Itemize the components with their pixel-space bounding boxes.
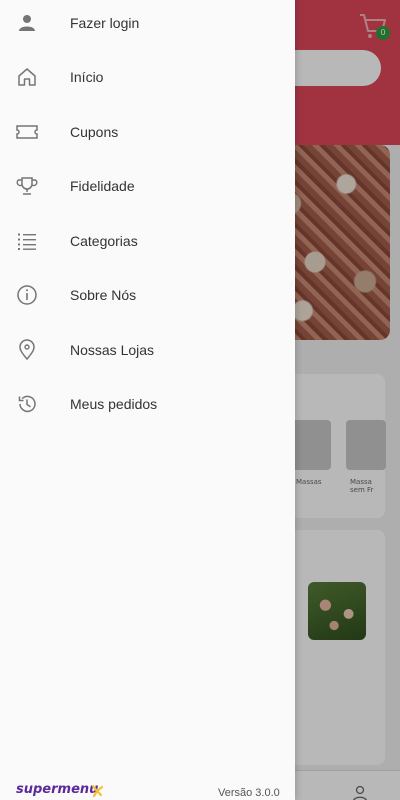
menu-label: Fidelidade <box>70 178 135 194</box>
menu-label: Meus pedidos <box>70 396 158 412</box>
location-pin-icon <box>14 337 40 363</box>
menu-item-about[interactable]: Sobre Nós <box>0 268 295 322</box>
list-icon <box>14 228 40 254</box>
menu-label: Início <box>70 69 104 85</box>
trophy-icon <box>14 173 40 199</box>
brand-logo: supermenu <box>16 782 99 797</box>
user-icon <box>14 10 40 36</box>
menu-label: Cupons <box>70 124 119 140</box>
app-version: Versão 3.0.0 <box>218 787 280 799</box>
info-icon <box>14 282 40 308</box>
menu-label: Categorias <box>70 233 138 249</box>
sparkle-icon <box>91 784 104 798</box>
menu-item-coupons[interactable]: Cupons <box>0 105 295 159</box>
ticket-icon <box>14 119 40 145</box>
menu-label: Sobre Nós <box>70 287 137 303</box>
navigation-drawer: Fazer login Início Cupons Fidelidade Cat… <box>0 0 295 800</box>
drawer-footer: supermenu Versão 3.0.0 <box>0 778 295 800</box>
history-icon <box>14 391 40 417</box>
menu-item-orders[interactable]: Meus pedidos <box>0 377 295 431</box>
menu-item-loyalty[interactable]: Fidelidade <box>0 159 295 213</box>
menu-item-stores[interactable]: Nossas Lojas <box>0 323 295 377</box>
home-icon <box>14 64 40 90</box>
menu-label: Fazer login <box>70 15 140 31</box>
menu-item-categories[interactable]: Categorias <box>0 214 295 268</box>
menu-item-login[interactable]: Fazer login <box>0 0 295 50</box>
menu-label: Nossas Lojas <box>70 342 155 358</box>
menu-item-home[interactable]: Início <box>0 50 295 104</box>
